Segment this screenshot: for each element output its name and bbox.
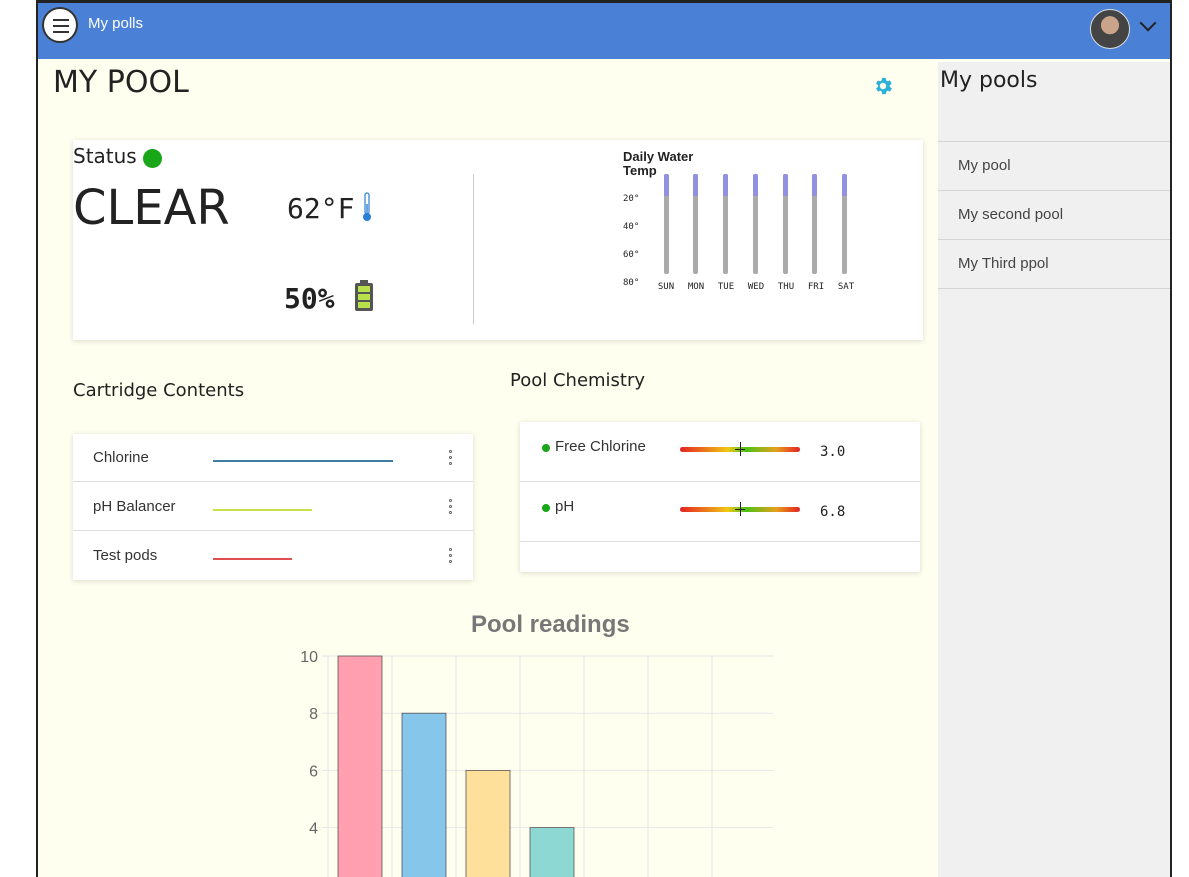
y-label: 60° — [623, 250, 640, 260]
cartridge-name: pH Balancer — [93, 498, 176, 515]
page-title: MY POOL — [53, 65, 189, 100]
status-indicator — [143, 149, 162, 168]
avatar[interactable] — [1090, 9, 1130, 49]
thermometer-icon — [363, 192, 371, 221]
more-options-icon[interactable] — [449, 499, 453, 519]
chart-title: Pool readings — [471, 611, 630, 638]
chemistry-card: Free Chlorine 3.0 pH 6.8 — [520, 422, 920, 572]
list-item: pH 6.8 — [520, 482, 920, 542]
y-label: 40° — [623, 222, 640, 232]
list-item: Free Chlorine 3.0 — [520, 422, 920, 482]
chevron-down-icon[interactable] — [1139, 14, 1157, 32]
status-card: Status CLEAR 62°F 50% Daily Water Temp 2… — [73, 140, 923, 340]
status-label: Status — [73, 144, 137, 168]
temp-bar — [693, 174, 698, 274]
divider — [473, 174, 474, 324]
top-bar: My polls — [38, 3, 1170, 59]
battery-icon — [355, 280, 373, 311]
day-label: TUE — [717, 282, 735, 292]
bar — [465, 769, 511, 877]
more-options-icon[interactable] — [449, 450, 453, 470]
day-label: SUN — [657, 282, 675, 292]
status-value: CLEAR — [73, 180, 230, 236]
menu-icon[interactable] — [42, 7, 78, 43]
day-label: FRI — [807, 282, 825, 292]
y-tick-label: 6 — [309, 763, 318, 780]
y-label: 80° — [623, 278, 640, 288]
day-label: THU — [777, 282, 795, 292]
app-title[interactable]: My polls — [88, 15, 143, 32]
cartridge-title: Cartridge Contents — [73, 380, 245, 401]
day-label: WED — [747, 282, 765, 292]
temp-bar — [723, 174, 728, 274]
range-scale — [680, 502, 800, 516]
more-options-icon[interactable] — [449, 548, 453, 568]
temp-bar — [753, 174, 758, 274]
y-tick-label: 10 — [300, 649, 318, 666]
temp-bar — [783, 174, 788, 274]
sidebar-item-my-third-pool[interactable]: My Third ppol — [938, 239, 1170, 289]
sidebar: My pools My pool My second pool My Third… — [938, 62, 1170, 877]
temp-bar — [664, 174, 669, 274]
status-indicator — [542, 444, 550, 452]
chemistry-name: pH — [555, 498, 575, 515]
level-line — [213, 509, 312, 511]
list-item[interactable]: Chlorine — [73, 434, 473, 482]
temp-bar — [812, 174, 817, 274]
status-indicator — [542, 504, 550, 512]
sidebar-item-label: My second pool — [958, 206, 1064, 223]
battery-value: 50% — [284, 282, 335, 315]
sidebar-item-label: My pool — [958, 157, 1011, 174]
sidebar-item-my-pool[interactable]: My pool — [938, 141, 1170, 189]
cartridge-name: Test pods — [93, 547, 158, 564]
chemistry-value: 6.8 — [820, 504, 846, 520]
gear-icon[interactable] — [872, 75, 894, 97]
temp-bar — [842, 174, 847, 274]
chemistry-name: Free Chlorine — [555, 438, 646, 455]
bar — [529, 827, 575, 877]
range-scale — [680, 442, 800, 456]
bar — [401, 712, 447, 877]
level-line — [213, 460, 393, 462]
level-line — [213, 558, 292, 560]
y-tick-label: 8 — [309, 706, 318, 723]
app-window: My polls MY POOL Status CLEAR 62°F 50% D… — [36, 0, 1172, 877]
cartridge-card: Chlorine pH Balancer Test pods — [73, 434, 473, 580]
day-label: SAT — [837, 282, 855, 292]
main-content: MY POOL Status CLEAR 62°F 50% Daily Wate… — [38, 59, 938, 877]
day-label: MON — [687, 282, 705, 292]
y-label: 20° — [623, 194, 640, 204]
pool-readings-chart: 10864pH — [300, 649, 773, 877]
sidebar-title: My pools — [940, 68, 1038, 93]
list-item[interactable]: pH Balancer — [73, 483, 473, 531]
chemistry-value: 3.0 — [820, 444, 846, 460]
sidebar-item-my-second-pool[interactable]: My second pool — [938, 190, 1170, 238]
chemistry-title: Pool Chemistry — [510, 370, 646, 391]
sidebar-item-label: My Third ppol — [958, 255, 1049, 272]
temperature-value: 62°F — [287, 192, 355, 225]
bar — [337, 655, 383, 877]
y-tick-label: 4 — [309, 821, 318, 838]
cartridge-name: Chlorine — [93, 449, 149, 466]
list-item[interactable]: Test pods — [73, 532, 473, 580]
